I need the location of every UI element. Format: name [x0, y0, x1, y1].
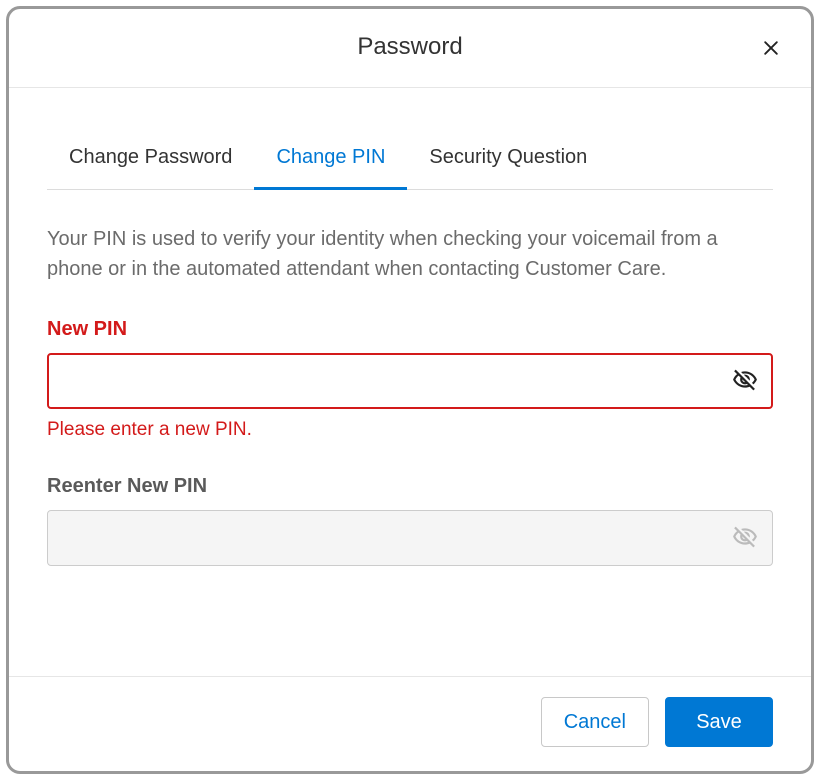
close-button[interactable] — [759, 37, 783, 61]
close-icon — [761, 38, 781, 61]
new-pin-input-wrapper — [47, 353, 773, 409]
reenter-pin-visibility-toggle[interactable] — [731, 524, 759, 552]
reenter-pin-input-wrapper — [47, 510, 773, 566]
cancel-button[interactable]: Cancel — [541, 697, 649, 747]
tab-security-question[interactable]: Security Question — [407, 132, 609, 190]
new-pin-group: New PIN Please enter a new PIN. — [47, 318, 773, 441]
reenter-pin-label: Reenter New PIN — [47, 475, 773, 498]
save-button[interactable]: Save — [665, 697, 773, 747]
password-dialog: Password Change Password Change PIN Secu… — [6, 6, 814, 774]
tab-change-password[interactable]: Change Password — [47, 132, 254, 190]
tabs: Change Password Change PIN Security Ques… — [47, 132, 773, 190]
tab-change-pin[interactable]: Change PIN — [254, 132, 407, 190]
new-pin-error: Please enter a new PIN. — [47, 419, 773, 441]
dialog-title: Password — [357, 33, 462, 61]
new-pin-input[interactable] — [47, 353, 773, 409]
pin-description: Your PIN is used to verify your identity… — [47, 224, 773, 284]
dialog-footer: Cancel Save — [9, 676, 811, 771]
eye-off-icon — [732, 367, 758, 396]
eye-off-icon — [732, 524, 758, 553]
reenter-pin-group: Reenter New PIN — [47, 475, 773, 566]
dialog-body: Change Password Change PIN Security Ques… — [9, 88, 811, 676]
new-pin-label: New PIN — [47, 318, 773, 341]
reenter-pin-input[interactable] — [47, 510, 773, 566]
new-pin-visibility-toggle[interactable] — [731, 367, 759, 395]
dialog-header: Password — [9, 9, 811, 88]
